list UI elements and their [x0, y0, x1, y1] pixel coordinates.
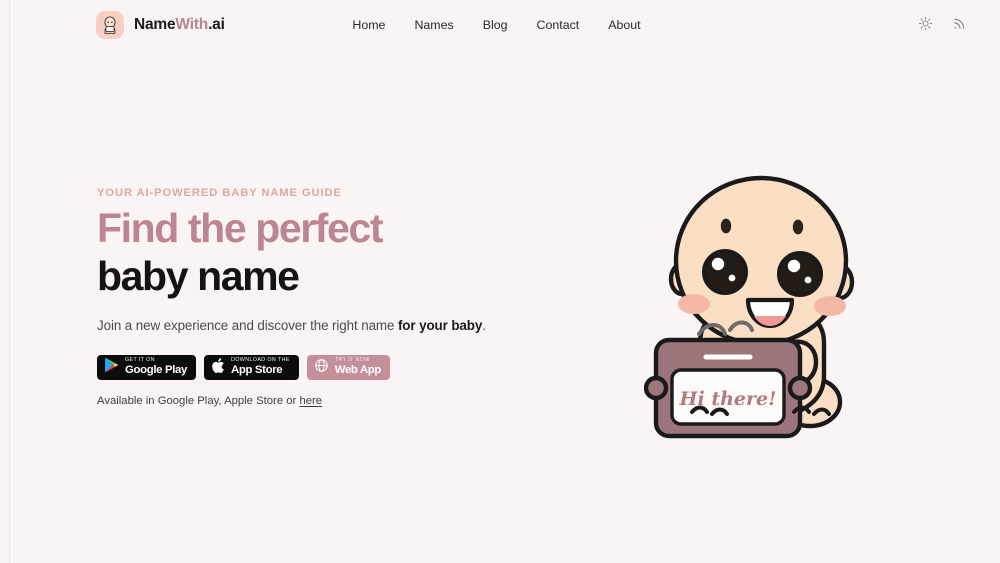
- headline-line-2: baby name: [97, 253, 300, 299]
- app-store-badge-top: Download on the: [230, 357, 290, 364]
- headline-line-1: Find the perfect: [97, 205, 384, 251]
- theme-toggle-button[interactable]: [916, 15, 936, 35]
- hero-subheading: Join a new experience and discover the r…: [97, 318, 567, 333]
- page-title: Find the perfect baby name: [97, 208, 567, 297]
- brand-logo[interactable]: NameWith.ai: [96, 10, 225, 39]
- availability-text: Available in Google Play, Apple Store or: [97, 395, 300, 407]
- hero-copy: YOUR AI-POWERED BABY NAME GUIDE Find the…: [97, 187, 567, 425]
- baby-avatar-icon: [96, 10, 124, 39]
- subheading-lead: Join a new experience and discover the r…: [97, 318, 398, 333]
- brand-name-part-1: Name: [134, 15, 176, 33]
- nav-item-contact[interactable]: Contact: [537, 18, 580, 32]
- google-play-badge-top: GET IT ON: [125, 357, 155, 364]
- app-store-badge[interactable]: Download on the App Store: [203, 355, 299, 380]
- brand-wordmark: NameWith.ai: [134, 16, 225, 34]
- hero-eyebrow: YOUR AI-POWERED BABY NAME GUIDE: [97, 187, 342, 199]
- availability-note: Available in Google Play, Apple Store or…: [97, 395, 567, 407]
- google-play-badge-main: Google Play: [125, 364, 187, 377]
- rss-feed-button[interactable]: [950, 15, 970, 35]
- header-tools: [916, 15, 970, 35]
- subheading-tail: .: [482, 318, 486, 333]
- sign-text: Hi there!: [678, 388, 776, 410]
- hero-section: YOUR AI-POWERED BABY NAME GUIDE Find the…: [0, 49, 1000, 563]
- nav-item-about[interactable]: About: [608, 18, 640, 32]
- google-play-badge[interactable]: GET IT ON Google Play: [97, 355, 196, 380]
- nav-item-home[interactable]: Home: [352, 18, 385, 32]
- rss-feed-icon: [952, 16, 967, 34]
- baby-holding-sign-illustration: Hi there!: [567, 164, 970, 449]
- store-badges: GET IT ON Google Play Download on the Ap…: [97, 355, 567, 380]
- subheading-emphasis: for your baby: [397, 318, 483, 333]
- availability-here-link[interactable]: here: [299, 395, 322, 407]
- apple-logo-icon: [211, 357, 225, 379]
- brand-name-part-3: .ai: [208, 15, 225, 33]
- google-play-badge-text: GET IT ON Google Play: [125, 357, 187, 377]
- web-app-badge[interactable]: Try it now Web App: [306, 355, 391, 380]
- nav-item-names[interactable]: Names: [414, 18, 453, 32]
- main-navigation: Home Names Blog Contact About: [352, 18, 660, 32]
- web-app-badge-text: Try it now Web App: [334, 357, 382, 377]
- site-header: NameWith.ai Home Names Blog Contact Abou…: [0, 0, 1000, 49]
- app-store-badge-text: Download on the App Store: [230, 357, 290, 377]
- google-play-icon: [104, 357, 119, 378]
- web-app-badge-top: Try it now: [334, 357, 370, 364]
- app-store-badge-main: App Store: [230, 364, 283, 377]
- sun-icon: [918, 16, 933, 34]
- brand-name-part-2: With: [175, 15, 209, 33]
- nav-item-blog[interactable]: Blog: [483, 18, 508, 32]
- globe-icon: [314, 358, 329, 378]
- web-app-badge-main: Web App: [334, 364, 382, 377]
